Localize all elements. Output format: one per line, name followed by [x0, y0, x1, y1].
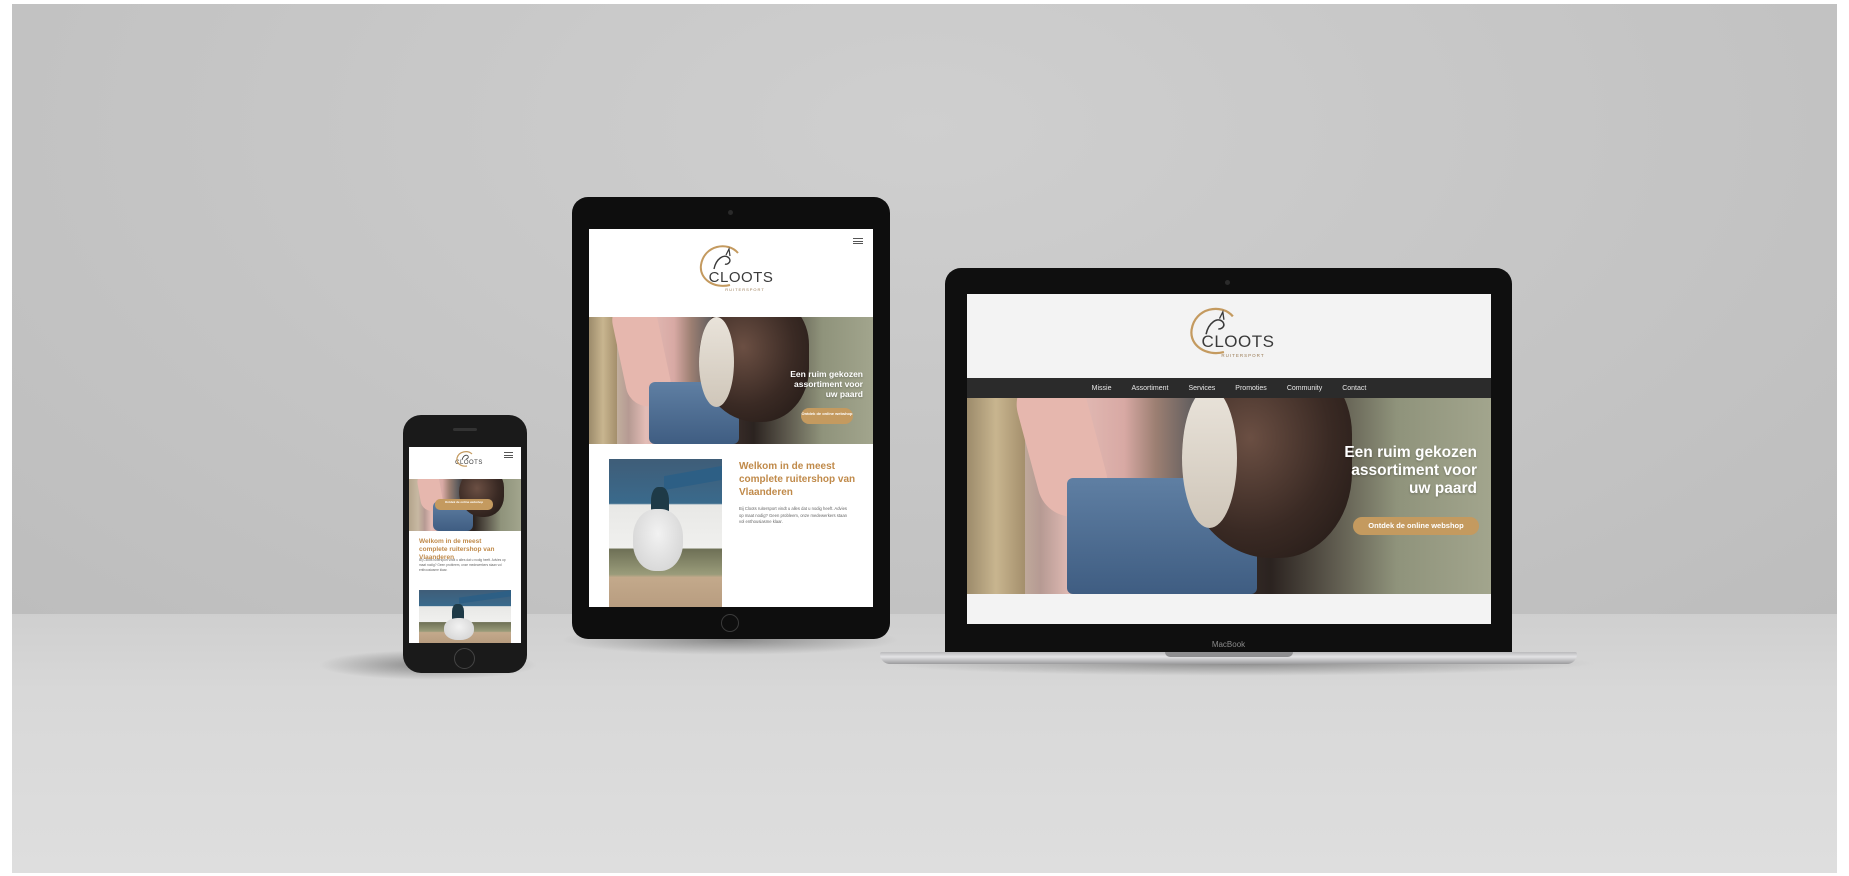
phone-hero-button-label: Ontdek de online webshop	[444, 500, 484, 504]
phone-home-button[interactable]	[454, 648, 475, 669]
phone-rider-photo	[419, 590, 511, 643]
wall-background	[12, 4, 1837, 614]
tablet-welcome-title: Welkom in de meest complete ruitershop v…	[739, 461, 856, 498]
phone-device: CLOOTS Ontdek de online webshop Welkom i…	[403, 415, 527, 673]
nav-item-services[interactable]: Services	[1188, 385, 1215, 392]
laptop-label: MacBook	[1211, 640, 1246, 649]
main-nav: Missie Assortiment Services Promoties Co…	[967, 378, 1491, 398]
laptop-hero-button-label: Ontdek de online webshop	[1368, 521, 1464, 530]
tablet-device: CLOOTS RUITERSPORT Een ruim gekozen asso…	[572, 197, 890, 639]
horse-logo-icon	[1186, 304, 1244, 360]
nav-item-missie[interactable]: Missie	[1092, 385, 1112, 392]
tablet-camera	[728, 210, 733, 215]
tablet-hero-button[interactable]: Ontdek de online webshop	[801, 408, 853, 424]
phone-speaker	[453, 428, 477, 431]
laptop-hero-button[interactable]: Ontdek de online webshop	[1353, 517, 1479, 535]
laptop-camera	[1225, 280, 1230, 285]
tablet-welcome-text: Bij Cloots ruitersport vindt u alles dat…	[739, 506, 848, 524]
nav-item-promoties[interactable]: Promoties	[1235, 385, 1267, 392]
laptop-hero-image: Een ruim gekozen assortiment voor uw paa…	[967, 398, 1491, 594]
nav-item-community[interactable]: Community	[1287, 385, 1322, 392]
menu-icon[interactable]	[853, 238, 863, 244]
phone-welcome-text: Bij Cloots ruitersport vindt u alles dat…	[419, 558, 506, 572]
nav-item-contact[interactable]: Contact	[1342, 385, 1366, 392]
tablet-brand: CLOOTS RUITERSPORT	[687, 243, 777, 292]
horse-logo-icon	[454, 450, 476, 468]
laptop-base-notch	[1165, 652, 1293, 657]
phone-brand: CLOOTS	[437, 450, 493, 468]
laptop-lid: CLOOTS RUITERSPORT Missie Assortiment Se…	[945, 268, 1512, 653]
laptop-screen: CLOOTS RUITERSPORT Missie Assortiment Se…	[967, 294, 1491, 624]
tablet-screen: CLOOTS RUITERSPORT Een ruim gekozen asso…	[589, 229, 873, 607]
laptop-brand: CLOOTS RUITERSPORT	[1177, 304, 1277, 358]
tablet-hero-image: Een ruim gekozen assortiment voor uw paa…	[589, 317, 873, 444]
tablet-hero-title: Een ruim gekozen assortiment voor uw paa…	[790, 369, 863, 399]
tablet-rider-photo	[609, 459, 722, 607]
tablet-hero-button-label: Ontdek de online webshop	[801, 411, 853, 416]
menu-icon[interactable]	[504, 452, 513, 458]
phone-screen: CLOOTS Ontdek de online webshop Welkom i…	[409, 447, 521, 643]
nav-item-assortiment[interactable]: Assortiment	[1131, 385, 1168, 392]
backdrop	[12, 4, 1837, 873]
phone-hero-button[interactable]: Ontdek de online webshop	[435, 499, 493, 510]
phone-hero-image: Ontdek de online webshop	[409, 479, 521, 531]
tablet-home-button[interactable]	[721, 614, 739, 632]
horse-logo-icon	[696, 243, 748, 291]
laptop-hero-title: Een ruim gekozen assortiment voor uw paa…	[1344, 444, 1477, 497]
